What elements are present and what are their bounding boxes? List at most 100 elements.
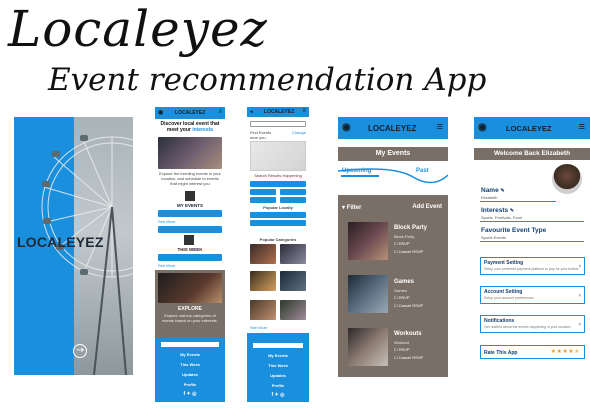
home-headline-accent: interests — [192, 127, 214, 133]
popular-item-1[interactable] — [250, 212, 306, 218]
user-icon[interactable]: ◉ — [478, 122, 487, 133]
change-location-link[interactable]: Change — [292, 130, 306, 135]
filter-button-4[interactable] — [250, 197, 276, 203]
search-app-name: LOCALEYEZ — [264, 109, 295, 115]
footer-link-updates[interactable]: Updates — [155, 372, 225, 377]
rsvp-option-games[interactable]: ☐ RSVP — [394, 295, 410, 300]
star-rating[interactable]: ★★★★★ — [551, 348, 580, 355]
see-more-link-1[interactable]: See More — [158, 219, 175, 224]
arrow-right-icon[interactable]: → — [73, 344, 87, 358]
avatar[interactable] — [552, 164, 582, 194]
event-title-workouts: Workouts — [394, 331, 422, 337]
profile-screen: ◉ LOCALEYEZ ≡ Welcome Back Elizabeth Nam… — [474, 117, 590, 372]
rsvp-option-block-party[interactable]: ☐ RSVP — [394, 241, 410, 246]
favourite-event-value: Sports Events — [481, 235, 506, 240]
category-image-1[interactable] — [250, 244, 276, 264]
category-image-3[interactable] — [250, 271, 276, 291]
events-button[interactable] — [158, 226, 222, 233]
map-view[interactable] — [250, 141, 306, 171]
profile-app-name: LOCALEYEZ — [506, 124, 552, 133]
name-label: Name ✎ — [481, 187, 505, 194]
popular-label: Popular Locally — [263, 205, 293, 210]
name-divider — [480, 201, 556, 202]
account-setting-row[interactable]: Account Setting Setup your account prefe… — [480, 286, 585, 304]
payment-setting-desc: Setup your preferred payment platform to… — [484, 267, 579, 271]
this-week-button[interactable] — [158, 254, 222, 261]
category-image-6[interactable] — [280, 300, 306, 320]
chevron-down-icon: ▾ — [342, 205, 346, 211]
events-list: ▾ Filter Add Event Block Party Block Par… — [338, 195, 448, 377]
user-icon[interactable]: ◉ — [158, 109, 163, 116]
splash-logo: LOCALEYEZ — [17, 234, 104, 250]
explore-title: EXPLORE — [178, 306, 202, 312]
event-category-block-party: Block Party — [394, 234, 415, 239]
tab-upcoming[interactable]: Upcoming — [342, 168, 371, 174]
back-icon[interactable]: ◂ — [250, 109, 253, 115]
my-events-screen: ◉ LOCALEYEZ ≡ My Events Upcoming Past ▾ … — [338, 117, 448, 377]
account-setting-desc: Setup your account preferences — [484, 296, 534, 300]
event-category-workouts: Workout — [394, 340, 409, 345]
notifications-row[interactable]: Notifications Get notified about the eve… — [480, 315, 585, 333]
cancel-rsvp-option-block-party[interactable]: ☐ Cancel RSVP — [394, 249, 423, 254]
filter-button-5[interactable] — [280, 197, 306, 203]
interests-divider — [480, 221, 584, 222]
rsvp-option-workouts[interactable]: ☐ RSVP — [394, 347, 410, 352]
my-events-button[interactable] — [158, 210, 222, 217]
email-input[interactable] — [161, 342, 219, 347]
notifications-desc: Get notified about the events happening … — [484, 325, 571, 329]
menu-icon[interactable]: ≡ — [302, 108, 306, 114]
event-image-workouts[interactable] — [348, 328, 388, 366]
social-icons[interactable]: f ✦ ◎ — [247, 392, 309, 398]
category-image-4[interactable] — [280, 271, 306, 291]
cancel-rsvp-option-games[interactable]: ☐ Cancel RSVP — [394, 303, 423, 308]
search-screen: ◂ LOCALEYEZ ≡ Find Events near you Chang… — [247, 107, 309, 402]
rate-app-label: Rate This App — [484, 350, 518, 356]
results-label: Search Results Happening — [254, 173, 302, 178]
see-more-link-2[interactable]: See More — [158, 263, 175, 268]
payment-setting-title: Payment Setting — [484, 260, 524, 266]
rate-app-row[interactable]: Rate This App ★★★★★ — [480, 345, 585, 359]
chevron-right-icon: › — [578, 263, 581, 270]
event-image-block-party[interactable] — [348, 222, 388, 260]
category-image-2[interactable] — [280, 244, 306, 264]
footer-link-my-events[interactable]: My Events — [247, 353, 309, 358]
footer-link-this-week[interactable]: This Week — [155, 362, 225, 367]
menu-icon[interactable]: ≡ — [437, 121, 443, 133]
add-event-button[interactable]: Add Event — [412, 204, 442, 210]
search-input[interactable] — [250, 121, 306, 127]
home-footer: My Events This Week Updates Profile f ✦ … — [155, 338, 225, 402]
filter-button-3[interactable] — [280, 189, 306, 195]
menu-icon[interactable]: ≡ — [218, 109, 222, 115]
this-week-label: THIS WEEK — [177, 247, 203, 252]
footer-link-profile[interactable]: Profile — [155, 382, 225, 387]
footer-link-my-events[interactable]: My Events — [155, 352, 225, 357]
category-image-5[interactable] — [250, 300, 276, 320]
footer-link-updates[interactable]: Updates — [247, 373, 309, 378]
filter-button-2[interactable] — [250, 189, 276, 195]
my-events-label: MY EVENTS — [177, 203, 203, 208]
home-screen: ◉ LOCALEYEZ ≡ Discover local event that … — [155, 107, 225, 402]
menu-icon[interactable]: ≡ — [579, 121, 585, 133]
popular-item-2[interactable] — [250, 220, 306, 226]
user-icon[interactable]: ◉ — [342, 122, 351, 133]
explore-body: Explore various categories of events bas… — [162, 313, 218, 323]
edit-icon: ✎ — [509, 208, 515, 214]
cancel-rsvp-option-workouts[interactable]: ☐ Cancel RSVP — [394, 355, 423, 360]
tab-past[interactable]: Past — [416, 168, 429, 174]
events-header: ◉ LOCALEYEZ ≡ — [338, 117, 448, 139]
footer-link-profile[interactable]: Profile — [247, 383, 309, 388]
footer-link-this-week[interactable]: This Week — [247, 363, 309, 368]
see-more-link[interactable]: See More — [250, 325, 267, 330]
profile-header: ◉ LOCALEYEZ ≡ — [474, 117, 590, 139]
search-header: ◂ LOCALEYEZ ≡ — [247, 107, 309, 117]
popular-categories-label: Popular Categories — [259, 237, 297, 242]
event-image-games[interactable] — [348, 275, 388, 313]
filter-button-1[interactable] — [250, 181, 306, 187]
filter-button[interactable]: ▾ Filter — [342, 204, 361, 211]
event-title-games: Games — [394, 279, 415, 285]
payment-setting-row[interactable]: Payment Setting Setup your preferred pay… — [480, 257, 585, 275]
event-title-block-party: Block Party — [394, 225, 428, 231]
email-input[interactable] — [253, 343, 303, 348]
splash-screen: LOCALEYEZ → — [14, 117, 133, 375]
social-icons[interactable]: f ✦ ◎ — [155, 391, 225, 397]
